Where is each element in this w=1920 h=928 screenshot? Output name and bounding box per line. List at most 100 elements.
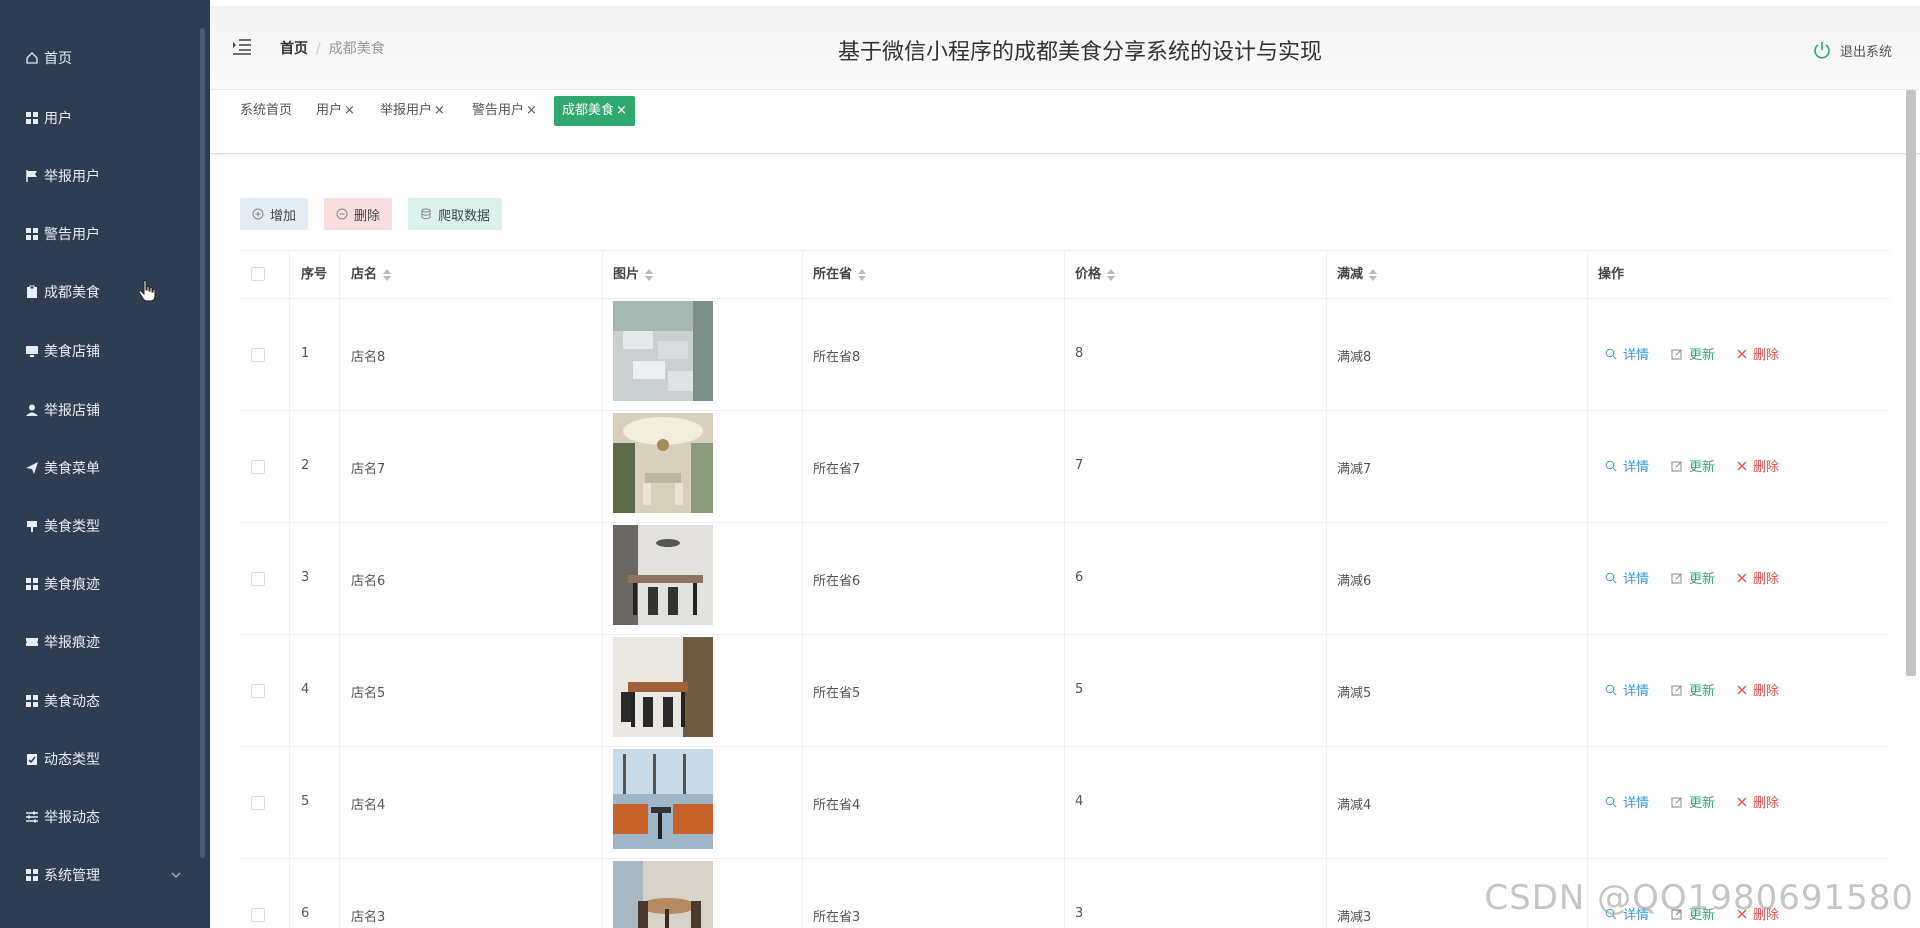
- sidebar-item-reported-shops[interactable]: 举报店铺: [0, 390, 200, 430]
- sort-icon[interactable]: [1107, 269, 1116, 281]
- sort-icon[interactable]: [858, 269, 867, 281]
- col-image[interactable]: 图片: [613, 251, 654, 299]
- row-checkbox[interactable]: [251, 796, 265, 810]
- detail-button[interactable]: 详情: [1605, 792, 1649, 811]
- sidebar-item-post-types[interactable]: 动态类型: [0, 739, 200, 779]
- sidebar-item-food-shops[interactable]: 美食店铺: [0, 331, 200, 371]
- top-header: 首页 / 成都美食 基于微信小程序的成都美食分享系统的设计与实现 退出系统: [210, 6, 1920, 90]
- row-checkbox[interactable]: [251, 460, 265, 474]
- select-all-checkbox[interactable]: [251, 267, 265, 281]
- page-scrollbar[interactable]: [1906, 90, 1916, 676]
- tab-warned-users[interactable]: 警告用户 ×: [464, 96, 545, 126]
- row-checkbox[interactable]: [251, 572, 265, 586]
- search-icon: [1605, 348, 1617, 359]
- update-button[interactable]: 更新: [1671, 568, 1715, 587]
- row-checkbox[interactable]: [251, 908, 265, 922]
- row-discount: 满减5: [1337, 686, 1372, 701]
- logout-button[interactable]: 退出系统: [1812, 40, 1892, 60]
- edit-icon: [1671, 797, 1682, 807]
- sidebar-item-label: 动态类型: [44, 752, 100, 768]
- sidebar-scrollbar[interactable]: [200, 28, 205, 858]
- shop-image[interactable]: [613, 413, 713, 513]
- table-row: 2 店名7 所在省7 7 满减7 详情 更新 删除: [240, 411, 1890, 523]
- delete-label: 删除: [1753, 684, 1780, 699]
- sort-icon[interactable]: [383, 269, 392, 281]
- sidebar-item-label: 举报痕迹: [44, 635, 100, 651]
- sign-icon: [24, 518, 40, 534]
- update-label: 更新: [1689, 796, 1716, 811]
- update-button[interactable]: 更新: [1671, 680, 1715, 699]
- tab-users[interactable]: 用户 ×: [308, 96, 363, 126]
- sidebar-item-label: 举报店铺: [44, 403, 100, 419]
- shop-image[interactable]: [613, 525, 713, 625]
- sidebar-item-reported-posts[interactable]: 举报动态: [0, 797, 200, 837]
- sort-icon[interactable]: [1369, 269, 1378, 281]
- col-name[interactable]: 店名: [351, 251, 392, 299]
- detail-label: 详情: [1623, 796, 1650, 811]
- sidebar-item-food-traces[interactable]: 美食痕迹: [0, 564, 200, 604]
- sidebar-item-food-types[interactable]: 美食类型: [0, 506, 200, 546]
- tab-system-home[interactable]: 系统首页: [232, 96, 300, 126]
- sidebar-item-food-menu[interactable]: 美食菜单: [0, 448, 200, 488]
- sidebar-item-label: 美食菜单: [44, 461, 100, 477]
- sidebar-item-warned-users[interactable]: 警告用户: [0, 214, 200, 254]
- add-button[interactable]: 增加: [240, 198, 309, 230]
- detail-button[interactable]: 详情: [1605, 568, 1649, 587]
- shop-image[interactable]: [613, 861, 713, 928]
- sidebar-item-system-admin[interactable]: 系统管理: [0, 855, 200, 895]
- col-actions: 操作: [1598, 251, 1624, 299]
- detail-button[interactable]: 详情: [1605, 344, 1649, 363]
- detail-label: 详情: [1623, 684, 1650, 699]
- delete-button[interactable]: 删除: [1737, 792, 1779, 811]
- sidebar-item-home[interactable]: 首页: [0, 38, 200, 78]
- shop-image[interactable]: [613, 301, 713, 401]
- tab-label: 举报用户: [380, 103, 433, 118]
- sidebar-item-users[interactable]: 用户: [0, 98, 200, 138]
- sidebar-item-chengdu-food[interactable]: 成都美食: [0, 272, 200, 312]
- row-actions: 详情 更新 删除: [1605, 792, 1801, 811]
- shop-image[interactable]: [613, 749, 713, 849]
- sidebar-item-reported-users[interactable]: 举报用户: [0, 156, 200, 196]
- detail-button[interactable]: 详情: [1605, 680, 1649, 699]
- col-price[interactable]: 价格: [1075, 251, 1116, 299]
- flag-icon: [24, 168, 40, 184]
- update-button[interactable]: 更新: [1671, 456, 1715, 475]
- sidebar: 首页 用户 举报用户 警告用户 成都美食 美食店铺 举报店铺 美食菜单 美食类型…: [0, 0, 210, 928]
- delete-button[interactable]: 删除: [1737, 344, 1779, 363]
- sidebar-item-food-posts[interactable]: 美食动态: [0, 681, 200, 721]
- row-province: 所在省4: [813, 798, 861, 813]
- close-icon[interactable]: ×: [344, 96, 355, 126]
- tab-chengdu-food[interactable]: 成都美食 ×: [554, 96, 635, 126]
- row-discount: 满减7: [1337, 462, 1372, 477]
- shop-image[interactable]: [613, 637, 713, 737]
- grid-icon: [24, 867, 40, 883]
- batch-delete-button[interactable]: 删除: [324, 198, 393, 230]
- update-button[interactable]: 更新: [1671, 344, 1715, 363]
- detail-button[interactable]: 详情: [1605, 456, 1649, 475]
- power-icon: [1814, 42, 1830, 59]
- sort-icon[interactable]: [645, 269, 654, 281]
- close-icon[interactable]: ×: [434, 96, 445, 126]
- row-checkbox[interactable]: [251, 348, 265, 362]
- row-discount: 满减6: [1337, 574, 1372, 589]
- tab-reported-users[interactable]: 举报用户 ×: [372, 96, 453, 126]
- close-icon[interactable]: ×: [526, 96, 537, 126]
- close-icon[interactable]: ×: [616, 96, 627, 126]
- grid-icon: [24, 226, 40, 242]
- sidebar-item-reported-traces[interactable]: 举报痕迹: [0, 622, 200, 662]
- row-price: 8: [1075, 346, 1084, 361]
- col-name-label: 店名: [351, 267, 378, 282]
- crawl-data-button[interactable]: 爬取数据: [408, 198, 503, 230]
- col-discount[interactable]: 满减: [1337, 251, 1378, 299]
- update-button[interactable]: 更新: [1671, 792, 1715, 811]
- delete-button[interactable]: 删除: [1737, 456, 1779, 475]
- delete-label: 删除: [1753, 572, 1780, 587]
- search-icon: [1605, 572, 1617, 583]
- delete-button[interactable]: 删除: [1737, 568, 1779, 587]
- col-province[interactable]: 所在省: [813, 251, 867, 299]
- row-index: 5: [301, 794, 310, 809]
- row-discount: 满减3: [1337, 910, 1372, 925]
- delete-button[interactable]: 删除: [1737, 680, 1779, 699]
- row-checkbox[interactable]: [251, 684, 265, 698]
- edit-icon: [1671, 573, 1682, 583]
